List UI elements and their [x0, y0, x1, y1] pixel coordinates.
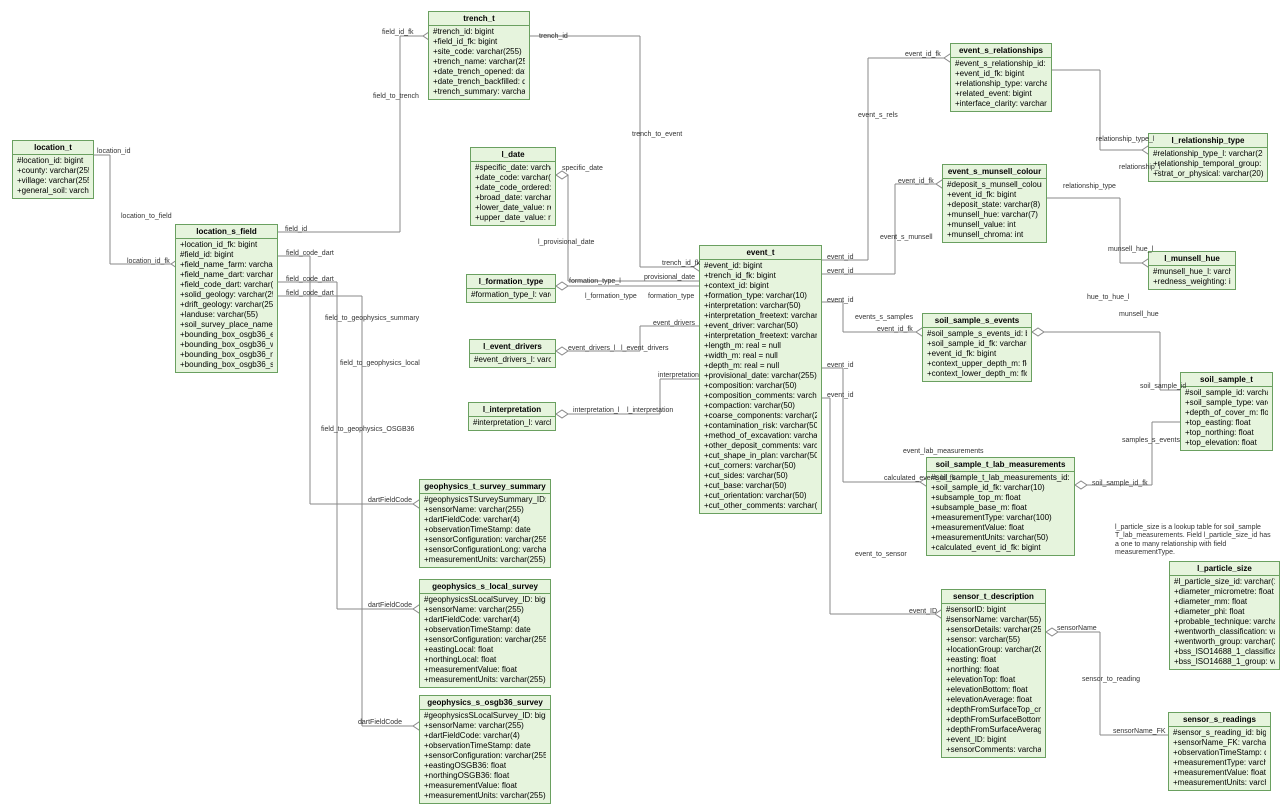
er-diagram-canvas: location_t #location_id: bigint +county:… — [0, 0, 1285, 799]
lbl-field-to-geo-local: field_to_geophysics_local — [340, 360, 420, 367]
lbl-event-lab-measure: event_lab_measurements — [903, 448, 984, 455]
entity-geophysics-local-survey: geophysics_s_local_survey #geophysicsSLo… — [419, 579, 551, 688]
lbl-l-interpretation: l_interpretation — [627, 407, 673, 414]
lbl-trench-id-fk: trench_id_fk — [662, 260, 700, 267]
entity-l-particle-size: l_particle_size #l_particle_size_id: var… — [1169, 561, 1280, 670]
lbl-fcd2: field_code_dart — [286, 276, 334, 283]
entity-soil-sample-t: soil_sample_t #soil_sample_id: varchar(1… — [1180, 372, 1273, 451]
lbl-dfc2: dartFieldCode — [368, 602, 412, 609]
lbl-dfc3: dartFieldCode — [358, 719, 402, 726]
lbl-eidfk1: event_id_fk — [905, 51, 941, 58]
lbl-eidfk3: event_id_fk — [877, 326, 913, 333]
lbl-soil-sample-id: soil_sample_id — [1140, 383, 1186, 390]
entity-geophysics-osgb36-survey: geophysics_s_osgb36_survey #geophysicsSL… — [419, 695, 551, 804]
entity-event-s-munsell-colour: event_s_munsell_colour #deposit_s_munsel… — [942, 164, 1047, 243]
entity-soil-sample-s-events: soil_sample_s_events #soil_sample_s_even… — [922, 313, 1032, 382]
lbl-fcd1: field_code_dart — [286, 250, 334, 257]
lbl-sensor-to-reading: sensor_to_reading — [1082, 676, 1140, 683]
lbl-sensorName: sensorName — [1057, 625, 1097, 632]
entity-trench-t: trench_t #trench_id: bigint +field_id_fk… — [428, 11, 530, 100]
lbl-ss-id-fk1: soil_sample_id_fk — [1092, 480, 1148, 487]
lbl-event-id2: event_id — [827, 268, 853, 275]
lbl-interpretation-l: interpretation_l — [573, 407, 619, 414]
lbl-munsell-hue-l: munsell_hue_l — [1108, 246, 1153, 253]
entity-location-t: location_t #location_id: bigint +county:… — [12, 140, 94, 199]
lbl-samples-s-events: samples_s_events — [1122, 437, 1180, 444]
lbl-field-id: field_id — [285, 226, 307, 233]
entity-location-s-field: location_s_field +location_id_fk: bigint… — [175, 224, 278, 373]
lbl-event-s-munsell: event_s_munsell — [880, 234, 933, 241]
note-particle-size: l_particle_size is a lookup table for so… — [1115, 524, 1275, 558]
entity-l-event-drivers: l_event_drivers #event_drivers_l: varcha… — [469, 339, 556, 368]
lbl-specific-date: specific_date — [562, 165, 603, 172]
lbl-rel-type-l: relationship_type_l — [1096, 136, 1154, 143]
lbl-location-id-fk: location_id_fk — [127, 258, 170, 265]
lbl-events-s-samples: events_s_samples — [855, 314, 913, 321]
entity-l-munsell-hue: l_munsell_hue #munsell_hue_l: varchar(7)… — [1148, 251, 1236, 290]
entity-event-s-relationships: event_s_relationships #event_s_relations… — [950, 43, 1052, 112]
lbl-relationship-type: relationship_type — [1063, 183, 1116, 190]
lbl-calc-event-id-fk: calculated_event_id_fk — [884, 475, 955, 482]
lbl-fcd3: field_code_dart — [286, 290, 334, 297]
lbl-field-to-trench: field_to_trench — [373, 93, 419, 100]
entity-l-formation-type: l_formation_type #formation_type_l: varc… — [466, 274, 556, 303]
lbl-l-formation-type: l_formation_type — [585, 293, 637, 300]
lbl-event-drivers: event_drivers — [653, 320, 695, 327]
lbl-l-provisional-date: l_provisional_date — [538, 239, 594, 246]
lbl-event-ID: event_ID — [909, 608, 937, 615]
lbl-field-to-geo-sum: field_to_geophysics_summary — [325, 315, 419, 322]
lbl-formation-type-l: formation_type_l — [569, 278, 621, 285]
title-location-t: location_t — [13, 141, 93, 155]
entity-l-date: l_date #specific_date: varchar(255) +dat… — [470, 147, 556, 226]
lbl-event-id5: event_id — [827, 392, 853, 399]
lbl-event-drivers-l: event_drivers_l — [568, 345, 615, 352]
lbl-event-id3: event_id — [827, 297, 853, 304]
lbl-l-event-drivers: l_event_drivers — [621, 345, 668, 352]
entity-event-t: event_t #event_id: bigint +trench_id_fk:… — [699, 245, 822, 514]
lbl-dfc1: dartFieldCode — [368, 497, 412, 504]
lbl-formation-type: formation_type — [648, 293, 694, 300]
lbl-event-s-rels: event_s_rels — [858, 112, 898, 119]
lbl-sensorName-FK: sensorName_FK — [1113, 728, 1166, 735]
lbl-location-to-field: location_to_field — [121, 213, 172, 220]
lbl-location-id: location_id — [97, 148, 130, 155]
lbl-trench-to-event: trench_to_event — [632, 131, 682, 138]
lbl-event-to-sensor: event_to_sensor — [855, 551, 907, 558]
lbl-eidfk2: event_id_fk — [898, 178, 934, 185]
entity-lab-measurements: soil_sample_t_lab_measurements #soil_sam… — [926, 457, 1075, 556]
lbl-trench-id: trench_id — [539, 33, 568, 40]
entity-sensor-description: sensor_t_description #sensorID: bigint #… — [941, 589, 1046, 758]
entity-sensor-readings: sensor_s_readings #sensor_s_reading_id: … — [1168, 712, 1271, 791]
lbl-relationship-l: relationship_l — [1119, 164, 1160, 171]
lbl-event-id1: event_id — [827, 254, 853, 261]
lbl-field-to-geo-osgb: field_to_geophysics_OSGB36 — [321, 426, 414, 433]
lbl-munsell-hue: munsell_hue — [1119, 311, 1159, 318]
entity-geophysics-survey-summary: geophysics_t_survey_summary #geophysicsT… — [419, 479, 551, 568]
lbl-hue-to-hue-l: hue_to_hue_l — [1087, 294, 1129, 301]
lbl-provisional-date: provisional_date — [644, 274, 695, 281]
entity-l-relationship-type: l_relationship_type #relationship_type_l… — [1148, 133, 1268, 182]
lbl-field-id-fk: field_id_fk — [382, 29, 414, 36]
lbl-interpretation: interpretation — [658, 372, 699, 379]
lbl-event-id4: event_id — [827, 362, 853, 369]
entity-l-interpretation: l_interpretation #interpretation_l: varc… — [468, 402, 556, 431]
